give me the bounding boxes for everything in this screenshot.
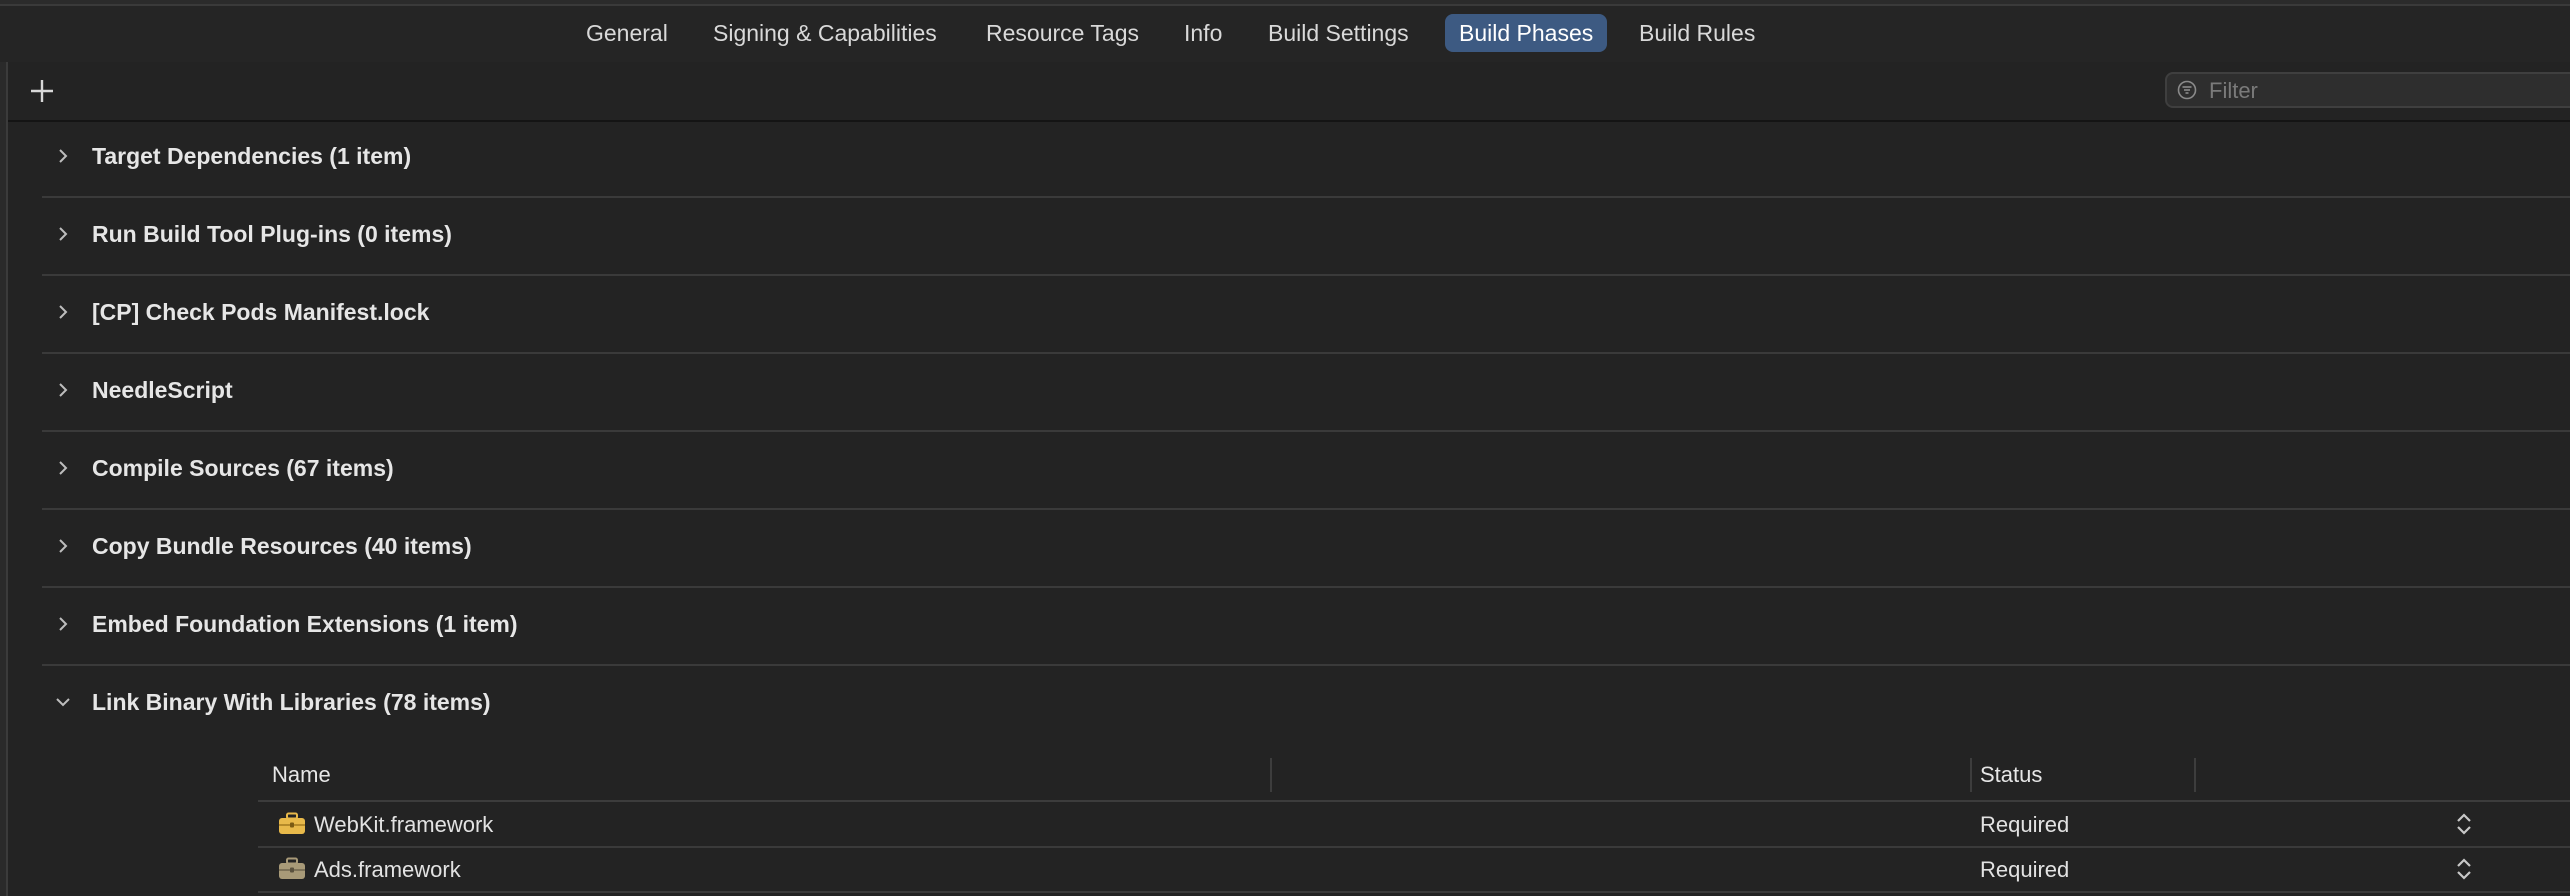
table-header: Name Status (258, 750, 2570, 802)
editor-tab-bar: General Signing & Capabilities Resource … (0, 6, 2570, 64)
chevron-right-icon[interactable] (54, 381, 72, 399)
column-header-status[interactable]: Status (1980, 762, 2042, 788)
chevron-right-icon[interactable] (54, 537, 72, 555)
tab-build-settings[interactable]: Build Settings (1268, 14, 1409, 52)
tab-signing-capabilities[interactable]: Signing & Capabilities (713, 14, 937, 52)
column-divider[interactable] (2194, 758, 2196, 792)
toolbox-icon (279, 812, 305, 834)
table-row[interactable]: WebKit.framework Required (258, 802, 2570, 848)
phase-link-binary-with-libraries[interactable]: Link Binary With Libraries (78 items) (42, 667, 2570, 744)
phase-label: NeedleScript (92, 377, 233, 403)
tab-general[interactable]: General (586, 14, 668, 52)
phase-label: [CP] Check Pods Manifest.lock (92, 299, 430, 325)
chevron-right-icon[interactable] (54, 459, 72, 477)
library-status[interactable]: Required (1980, 857, 2069, 883)
tab-info[interactable]: Info (1184, 14, 1222, 52)
chevron-right-icon[interactable] (54, 147, 72, 165)
toolbox-icon (279, 857, 305, 879)
left-edge-rail (0, 62, 8, 896)
phase-target-dependencies[interactable]: Target Dependencies (1 item) (42, 121, 2570, 198)
phases-toolbar (8, 62, 2570, 122)
phase-label: Link Binary With Libraries (78 items) (92, 689, 491, 715)
phase-needlescript[interactable]: NeedleScript (42, 355, 2570, 432)
column-divider (1270, 758, 1272, 792)
phase-run-build-tool-plugins[interactable]: Run Build Tool Plug-ins (0 items) (42, 199, 2570, 276)
chevron-down-icon[interactable] (54, 693, 72, 711)
libraries-table: Name Status WebKit.framework Required Ad… (258, 750, 2570, 896)
library-name: WebKit.framework (314, 812, 494, 837)
plus-icon (31, 80, 53, 102)
filter-field[interactable] (2165, 72, 2570, 108)
library-status[interactable]: Required (1980, 812, 2069, 838)
library-name: Ads.framework (314, 857, 461, 882)
tab-build-rules[interactable]: Build Rules (1639, 14, 1755, 52)
add-build-phase-button[interactable] (22, 72, 62, 110)
phase-label: Copy Bundle Resources (40 items) (92, 533, 472, 559)
column-divider[interactable] (1970, 758, 1972, 792)
phase-label: Embed Foundation Extensions (1 item) (92, 611, 518, 637)
phase-label: Run Build Tool Plug-ins (0 items) (92, 221, 452, 247)
column-header-name[interactable]: Name (272, 762, 331, 788)
table-row[interactable]: Ads.framework Required (258, 847, 2570, 893)
phase-label: Target Dependencies (1 item) (92, 143, 412, 169)
tab-build-phases[interactable]: Build Phases (1445, 14, 1608, 52)
up-down-chevron-icon[interactable] (2454, 855, 2474, 883)
filter-input[interactable] (2207, 74, 2570, 108)
filter-icon (2177, 80, 2197, 100)
tab-resource-tags[interactable]: Resource Tags (986, 14, 1139, 52)
phase-compile-sources[interactable]: Compile Sources (67 items) (42, 433, 2570, 510)
phase-check-pods-manifest[interactable]: [CP] Check Pods Manifest.lock (42, 277, 2570, 354)
phase-embed-foundation-extensions[interactable]: Embed Foundation Extensions (1 item) (42, 589, 2570, 666)
phase-copy-bundle-resources[interactable]: Copy Bundle Resources (40 items) (42, 511, 2570, 588)
up-down-chevron-icon[interactable] (2454, 810, 2474, 838)
chevron-right-icon[interactable] (54, 615, 72, 633)
chevron-right-icon[interactable] (54, 303, 72, 321)
phase-label: Compile Sources (67 items) (92, 455, 394, 481)
chevron-right-icon[interactable] (54, 225, 72, 243)
